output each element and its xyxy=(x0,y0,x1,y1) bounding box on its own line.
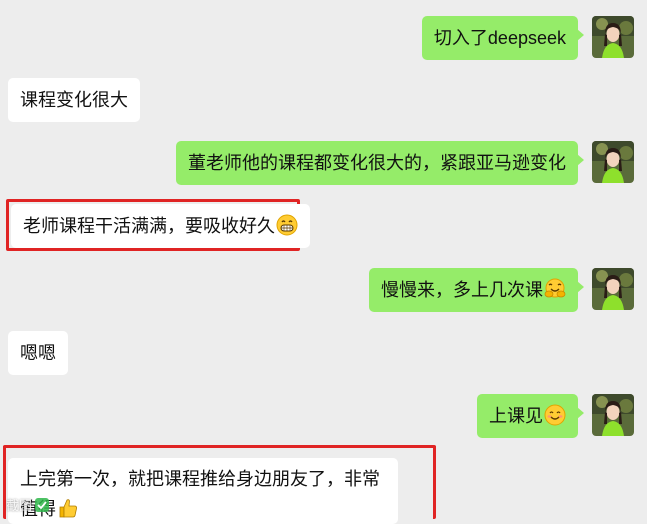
message-row: 上课见 xyxy=(0,394,647,440)
message-text: 切入了deepseek xyxy=(433,28,566,48)
watermark: 截图 xyxy=(6,495,50,514)
message-text: 慢慢来，多上几次课 xyxy=(381,280,543,300)
message-bubble-incoming[interactable]: 上完第一次，就把课程推给身边朋友了，非常值得 xyxy=(8,458,398,524)
watermark-logo-icon xyxy=(35,498,50,512)
message-text: 嗯嗯 xyxy=(20,343,56,363)
avatar[interactable] xyxy=(592,394,634,436)
avatar-image xyxy=(592,141,634,183)
message-text: 老师课程干活满满，要吸收好久 xyxy=(23,216,275,236)
avatar-image xyxy=(592,16,634,58)
grin-emoji-icon xyxy=(276,214,298,236)
message-row: 课程变化很大 xyxy=(0,78,647,124)
avatar-image xyxy=(592,394,634,436)
message-row: 慢慢来，多上几次课 xyxy=(0,268,647,314)
message-text: 上课见 xyxy=(489,406,543,426)
message-bubble-incoming[interactable]: 嗯嗯 xyxy=(8,331,68,375)
message-text: 课程变化很大 xyxy=(20,90,128,110)
message-bubble-outgoing[interactable]: 切入了deepseek xyxy=(421,16,585,60)
message-row: 上完第一次，就把课程推给身边朋友了，非常值得 xyxy=(0,458,647,524)
watermark-text: 截图 xyxy=(6,499,33,514)
avatar[interactable] xyxy=(592,16,634,58)
message-bubble-outgoing[interactable]: 上课见 xyxy=(477,394,584,438)
message-bubble-outgoing[interactable]: 董老师他的课程都变化很大的，紧跟亚马逊变化 xyxy=(176,141,584,185)
smile-emoji-icon xyxy=(544,404,566,426)
message-row: 老师课程干活满满，要吸收好久 xyxy=(0,204,647,250)
avatar[interactable] xyxy=(592,141,634,183)
message-row: 嗯嗯 xyxy=(0,331,647,377)
hugging-emoji-icon xyxy=(544,278,566,298)
message-row: 董老师他的课程都变化很大的，紧跟亚马逊变化 xyxy=(0,141,647,187)
message-text: 董老师他的课程都变化很大的，紧跟亚马逊变化 xyxy=(188,153,566,173)
message-bubble-incoming[interactable]: 老师课程干活满满，要吸收好久 xyxy=(11,204,310,248)
avatar-image xyxy=(592,268,634,310)
message-bubble-outgoing[interactable]: 慢慢来，多上几次课 xyxy=(369,268,584,312)
thumbs-up-emoji-icon xyxy=(59,499,77,518)
message-bubble-incoming[interactable]: 课程变化很大 xyxy=(8,78,140,122)
message-row: 切入了deepseek xyxy=(0,16,647,62)
avatar[interactable] xyxy=(592,268,634,310)
